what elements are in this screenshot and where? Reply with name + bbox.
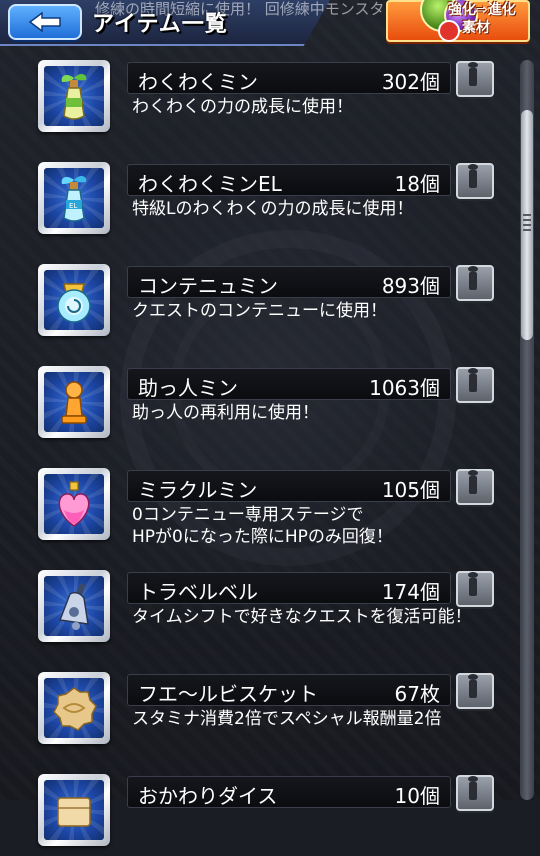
info-icon [468, 470, 478, 494]
list-item[interactable]: ミラクルミン 105個 0コンテニュー専用ステージで HPが0になった際にHPの… [30, 464, 500, 550]
list-item[interactable]: コンテニュミン 893個 クエストのコンテニューに使用！ [30, 260, 500, 346]
item-name-bar: 助っ人ミン 1063個 [127, 368, 451, 400]
notification-dot-icon [438, 20, 460, 42]
item-description: 0コンテニュー専用ステージで HPが0になった際にHPのみ回復！ [132, 505, 393, 547]
item-icon-frame [38, 774, 110, 846]
item-count: 67枚 [394, 682, 440, 706]
info-button[interactable] [456, 367, 494, 403]
item-description: 助っ人の再利用に使用！ [132, 403, 319, 423]
item-count: 302個 [381, 70, 440, 94]
item-description: 特級Lのわくわくの力の成長に使用！ [132, 199, 414, 219]
list-item[interactable]: トラベルベル 174個 タイムシフトで好きなクエストを復活可能！ [30, 566, 500, 652]
back-arrow-icon [28, 11, 61, 33]
info-icon [468, 368, 478, 392]
info-icon [468, 572, 478, 596]
item-name-bar: トラベルベル 174個 [127, 572, 451, 604]
item-name: おかわりダイス [138, 784, 278, 808]
item-description: タイムシフトで好きなクエストを復活可能！ [132, 607, 472, 627]
svg-text:EL: EL [69, 202, 77, 210]
item-icon-frame [38, 468, 110, 540]
info-button[interactable] [456, 571, 494, 607]
info-icon [468, 62, 478, 86]
item-name: わくわくミンEL [138, 172, 282, 196]
item-name: コンテニュミン [138, 274, 278, 298]
item-name: フエ〜ルビスケット [138, 682, 318, 706]
item-count: 10個 [394, 784, 440, 808]
info-button[interactable] [456, 775, 494, 811]
dice-box-icon [57, 797, 91, 827]
scrollbar-grip-icon [523, 214, 531, 234]
item-count: 105個 [381, 478, 440, 502]
item-description: わくわくの力の成長に使用！ [132, 97, 353, 117]
biscuit-icon [53, 687, 97, 731]
heart-potion-icon [58, 481, 90, 527]
header: 修練の時間短縮に使用！ 回修練中モンスター アイテム一覧 強化⇨進化 素材 [0, 0, 540, 46]
info-icon [468, 776, 478, 800]
page-title: アイテム一覧 [92, 12, 228, 37]
info-button[interactable] [456, 61, 494, 97]
item-count: 893個 [381, 274, 440, 298]
sprout-bottle-icon [61, 73, 87, 120]
info-button[interactable] [456, 469, 494, 505]
item-description: スタミナ消費2倍でスペシャル報酬量2倍 [132, 709, 442, 729]
info-icon [468, 164, 478, 188]
item-name-bar: ミラクルミン 105個 [127, 470, 451, 502]
travel-bell-icon [58, 583, 89, 630]
item-name: わくわくミン [138, 70, 258, 94]
info-button[interactable] [456, 673, 494, 709]
item-icon-frame [38, 366, 110, 438]
item-name: 助っ人ミン [138, 376, 238, 400]
info-button[interactable] [456, 163, 494, 199]
helper-pawn-icon [61, 381, 87, 424]
list-item[interactable]: EL わくわくミンEL 18個 特級Lのわくわくの力の成長に使用！ [30, 158, 500, 244]
item-icon-frame [38, 570, 110, 642]
item-description: クエストのコンテニューに使用！ [132, 301, 387, 321]
continue-jar-icon [57, 283, 91, 323]
list-item[interactable]: おかわりダイス 10個 [30, 770, 500, 856]
item-name-bar: フエ〜ルビスケット 67枚 [127, 674, 451, 706]
item-name-bar: コンテニュミン 893個 [127, 266, 451, 298]
back-button[interactable] [8, 4, 82, 40]
info-icon [468, 266, 478, 290]
item-name: トラベルベル [138, 580, 258, 604]
info-button[interactable] [456, 265, 494, 301]
item-name-bar: おかわりダイス 10個 [127, 776, 451, 808]
item-count: 1063個 [369, 376, 440, 400]
item-icon-frame [38, 672, 110, 744]
item-icon-frame [38, 60, 110, 132]
item-icon-frame [38, 264, 110, 336]
item-name-bar: わくわくミンEL 18個 [127, 164, 451, 196]
item-name-bar: わくわくミン 302個 [127, 62, 451, 94]
material-label: 素材 [462, 20, 490, 36]
list-item[interactable]: フエ〜ルビスケット 67枚 スタミナ消費2倍でスペシャル報酬量2倍 [30, 668, 500, 754]
item-count: 18個 [394, 172, 440, 196]
item-name: ミラクルミン [138, 478, 258, 502]
el-bottle-icon: EL [61, 175, 87, 222]
list-item[interactable]: わくわくミン 302個 わくわくの力の成長に使用！ [30, 56, 500, 142]
item-icon-frame: EL [38, 162, 110, 234]
item-count: 174個 [381, 580, 440, 604]
list-item[interactable]: 助っ人ミン 1063個 助っ人の再利用に使用！ [30, 362, 500, 448]
info-icon [468, 674, 478, 698]
